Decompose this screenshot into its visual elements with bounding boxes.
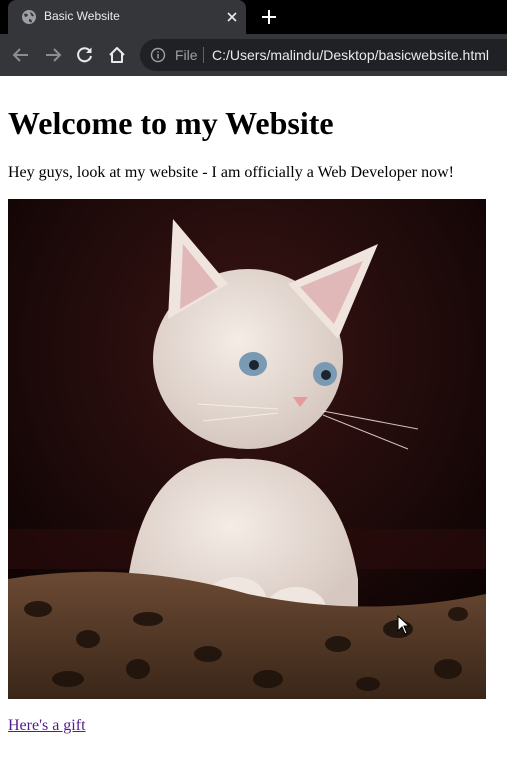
browser-toolbar: File C:/Users/malindu/Desktop/basicwebsi… [0, 34, 507, 76]
plus-icon[interactable] [259, 7, 279, 27]
address-bar[interactable]: File C:/Users/malindu/Desktop/basicwebsi… [140, 39, 507, 71]
globe-icon [22, 10, 36, 24]
scheme-label: File [175, 47, 198, 63]
mouse-cursor-icon [397, 615, 411, 635]
forward-arrow-icon[interactable] [42, 44, 64, 66]
url-text[interactable]: C:/Users/malindu/Desktop/basicwebsite.ht… [212, 47, 489, 63]
info-icon[interactable] [150, 47, 166, 63]
page-content: Welcome to my Website Hey guys, look at … [0, 76, 507, 776]
close-icon[interactable] [224, 9, 240, 25]
tab-strip: Basic Website [0, 0, 507, 34]
gift-link[interactable]: Here's a gift [8, 717, 86, 735]
omnibox-divider [203, 47, 204, 63]
home-icon[interactable] [106, 44, 128, 66]
browser-tab[interactable]: Basic Website [8, 0, 246, 34]
kitten-photo [8, 199, 486, 699]
page-title: Welcome to my Website [8, 105, 334, 141]
back-arrow-icon[interactable] [10, 44, 32, 66]
reload-icon[interactable] [74, 44, 96, 66]
intro-paragraph: Hey guys, look at my website - I am offi… [8, 164, 454, 181]
tab-title: Basic Website [44, 9, 120, 23]
